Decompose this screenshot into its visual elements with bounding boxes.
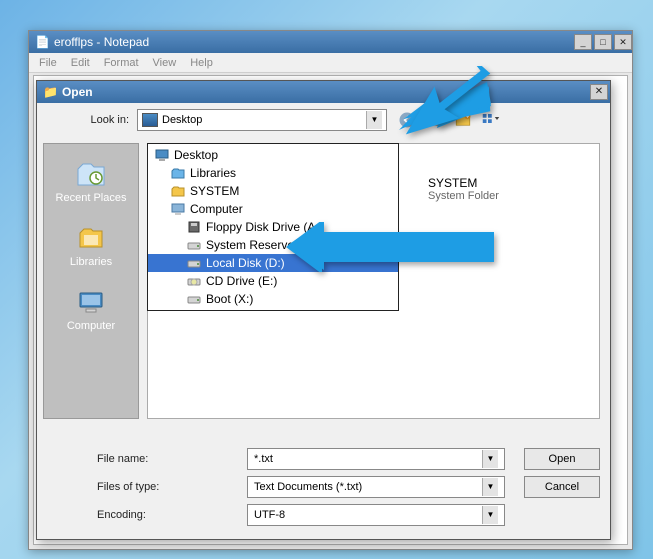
lookin-combo[interactable]: Desktop ▼ bbox=[137, 109, 387, 131]
view-menu-icon[interactable] bbox=[481, 110, 501, 130]
up-level-icon[interactable] bbox=[425, 110, 445, 130]
list-item[interactable]: SYSTEM System Folder bbox=[428, 176, 499, 202]
cd-icon bbox=[186, 274, 202, 288]
dialog-title: Open bbox=[62, 85, 93, 99]
dropdown-item[interactable]: Floppy Disk Drive (A:) bbox=[148, 218, 398, 236]
dropdown-item-label: CD Drive (E:) bbox=[206, 274, 277, 288]
window-buttons: _ □ ✕ bbox=[572, 34, 632, 50]
dropdown-item[interactable]: Boot (X:) bbox=[148, 290, 398, 308]
floppy-icon bbox=[186, 220, 202, 234]
open-dialog: 📁 Open ✕ Look in: Desktop ▼ bbox=[36, 80, 611, 540]
dialog-toolbar bbox=[397, 110, 501, 130]
places-bar: Recent Places Libraries Computer bbox=[43, 143, 139, 419]
user-icon bbox=[170, 184, 186, 198]
lookin-row: Look in: Desktop ▼ bbox=[37, 103, 610, 137]
dropdown-item[interactable]: Computer bbox=[148, 200, 398, 218]
dropdown-item-label: Floppy Disk Drive (A:) bbox=[206, 220, 323, 234]
open-button[interactable]: Open bbox=[524, 448, 600, 470]
encoding-label: Encoding: bbox=[47, 509, 247, 521]
maximize-button[interactable]: □ bbox=[594, 34, 612, 50]
drive-icon bbox=[186, 238, 202, 252]
chevron-down-icon[interactable]: ▼ bbox=[366, 111, 382, 129]
dropdown-item[interactable]: SYSTEM bbox=[148, 182, 398, 200]
menu-file[interactable]: File bbox=[33, 55, 63, 71]
dropdown-item[interactable]: Desktop bbox=[148, 146, 398, 164]
dialog-close-button[interactable]: ✕ bbox=[590, 84, 608, 100]
dropdown-item[interactable]: Local Disk (D:) bbox=[148, 254, 398, 272]
dialog-body: Look in: Desktop ▼ bbox=[37, 103, 610, 539]
new-folder-icon[interactable] bbox=[453, 110, 473, 130]
dropdown-item-label: Boot (X:) bbox=[206, 292, 253, 306]
dropdown-item[interactable]: CD Drive (E:) bbox=[148, 272, 398, 290]
place-label: Recent Places bbox=[56, 192, 127, 204]
place-label: Computer bbox=[67, 320, 115, 332]
minimize-button[interactable]: _ bbox=[574, 34, 592, 50]
item-type: System Folder bbox=[428, 190, 499, 202]
computer-icon bbox=[170, 202, 186, 216]
desktop-icon bbox=[154, 148, 170, 162]
drive-icon bbox=[186, 292, 202, 306]
close-button[interactable]: ✕ bbox=[614, 34, 632, 50]
chevron-down-icon[interactable]: ▼ bbox=[482, 478, 498, 496]
dropdown-item-label: SYSTEM bbox=[190, 184, 239, 198]
dropdown-item-label: Computer bbox=[190, 202, 243, 216]
place-computer[interactable]: Computer bbox=[46, 278, 136, 342]
desktop-icon bbox=[142, 113, 158, 127]
dropdown-item[interactable]: System Reserved (C:) bbox=[148, 236, 398, 254]
filename-value: *.txt bbox=[254, 453, 273, 465]
notepad-icon: 📄 bbox=[35, 35, 50, 49]
filename-input[interactable]: *.txt ▼ bbox=[247, 448, 505, 470]
back-icon[interactable] bbox=[397, 110, 417, 130]
lookin-value: Desktop bbox=[162, 114, 202, 126]
dropdown-item[interactable]: Libraries bbox=[148, 164, 398, 182]
libraries-icon bbox=[75, 224, 107, 252]
cancel-button[interactable]: Cancel bbox=[524, 476, 600, 498]
dialog-titlebar[interactable]: 📁 Open ✕ bbox=[37, 81, 610, 103]
place-label: Libraries bbox=[70, 256, 112, 268]
filetype-select[interactable]: Text Documents (*.txt) ▼ bbox=[247, 476, 505, 498]
lookin-label: Look in: bbox=[47, 114, 137, 126]
notepad-menubar: File Edit Format View Help bbox=[29, 53, 632, 73]
place-recent[interactable]: Recent Places bbox=[46, 150, 136, 214]
dialog-bottom: File name: *.txt ▼ Open Files of type: T… bbox=[37, 445, 610, 529]
computer-icon bbox=[75, 288, 107, 316]
drive-icon bbox=[186, 256, 202, 270]
filename-label: File name: bbox=[47, 453, 247, 465]
dropdown-item-label: Desktop bbox=[174, 148, 218, 162]
encoding-select[interactable]: UTF-8 ▼ bbox=[247, 504, 505, 526]
filetype-label: Files of type: bbox=[47, 481, 247, 493]
dropdown-item-label: Libraries bbox=[190, 166, 236, 180]
menu-view[interactable]: View bbox=[147, 55, 183, 71]
place-libraries[interactable]: Libraries bbox=[46, 214, 136, 278]
dropdown-item-label: System Reserved (C:) bbox=[206, 238, 324, 252]
encoding-value: UTF-8 bbox=[254, 509, 285, 521]
libraries-icon bbox=[170, 166, 186, 180]
chevron-down-icon[interactable]: ▼ bbox=[482, 506, 498, 524]
menu-edit[interactable]: Edit bbox=[65, 55, 96, 71]
dropdown-item-label: Local Disk (D:) bbox=[206, 256, 285, 270]
notepad-titlebar[interactable]: 📄 erofflps - Notepad _ □ ✕ bbox=[29, 31, 632, 53]
chevron-down-icon[interactable]: ▼ bbox=[482, 450, 498, 468]
menu-help[interactable]: Help bbox=[184, 55, 219, 71]
recent-places-icon bbox=[75, 160, 107, 188]
notepad-title: erofflps - Notepad bbox=[54, 35, 149, 49]
item-name: SYSTEM bbox=[428, 176, 499, 190]
open-dialog-icon: 📁 bbox=[43, 85, 58, 99]
lookin-dropdown-list: Desktop Libraries SYSTEM Computer Floppy Dis… bbox=[147, 143, 399, 311]
menu-format[interactable]: Format bbox=[98, 55, 145, 71]
filetype-value: Text Documents (*.txt) bbox=[254, 481, 362, 493]
